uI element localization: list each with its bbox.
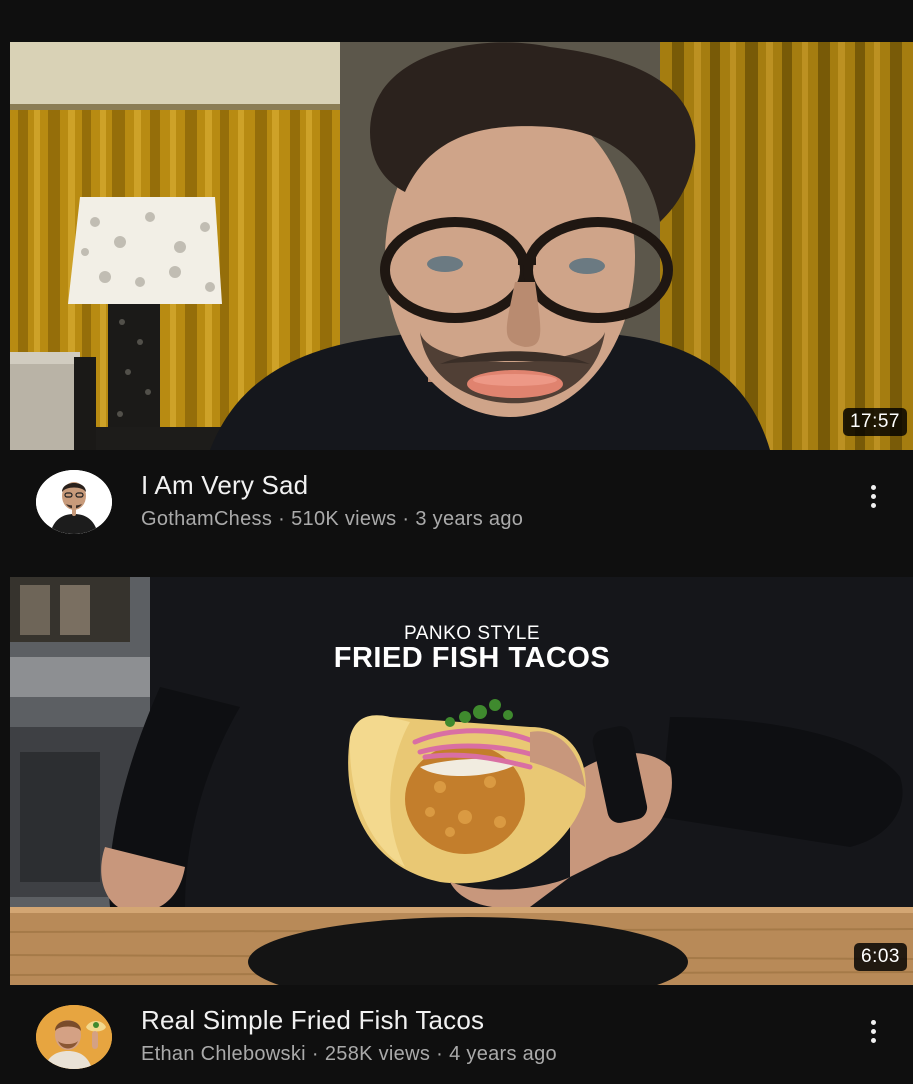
video-title[interactable]: I Am Very Sad	[141, 470, 308, 501]
video-title[interactable]: Real Simple Fried Fish Tacos	[141, 1005, 484, 1036]
top-strip	[0, 0, 913, 42]
upload-age: 4 years ago	[449, 1043, 557, 1065]
video-thumbnail[interactable]: 17:57	[10, 42, 913, 450]
channel-name[interactable]: GothamChess	[141, 508, 272, 530]
more-vert-icon[interactable]	[858, 1011, 888, 1051]
video-subline: GothamChess · 510K views · 3 years ago	[141, 508, 523, 531]
view-count: 510K views	[291, 508, 397, 530]
more-dot	[870, 1028, 876, 1034]
separator-dot: ·	[311, 1043, 319, 1065]
thumbnail-image: PANKO STYLE FRIED FISH TACOS	[10, 577, 913, 985]
thumbnail-headline: FRIED FISH TACOS	[334, 642, 611, 674]
separator-dot: ·	[402, 508, 410, 530]
channel-avatar[interactable]	[36, 470, 112, 534]
video-subline: Ethan Chlebowski · 258K views · 4 years ago	[141, 1043, 557, 1066]
more-dot	[870, 1019, 876, 1025]
more-dot	[870, 484, 876, 490]
thumbnail-image	[10, 42, 913, 450]
channel-avatar[interactable]	[36, 1005, 112, 1069]
channel-avatar-man-taco-icon	[36, 1005, 112, 1069]
more-dot	[870, 502, 876, 508]
channel-name[interactable]: Ethan Chlebowski	[141, 1043, 306, 1065]
separator-dot: ·	[278, 508, 286, 530]
channel-avatar-man-shush-icon	[36, 470, 112, 534]
more-dot	[870, 1037, 876, 1043]
video-meta: Real Simple Fried Fish Tacos Ethan Chleb…	[0, 985, 913, 1084]
more-dot	[870, 493, 876, 499]
separator-dot: ·	[436, 1043, 444, 1065]
more-vert-icon[interactable]	[858, 476, 888, 516]
video-duration-badge: 6:03	[854, 943, 907, 971]
video-feed: 17:57 I Am Very Sad GothamChess · 510K vie…	[0, 0, 913, 1084]
view-count: 258K views	[324, 1043, 431, 1065]
video-meta: I Am Very Sad GothamChess · 510K views · 3 y…	[0, 450, 913, 577]
thumbnail-overline: PANKO STYLE	[404, 623, 540, 644]
upload-age: 3 years ago	[415, 508, 524, 530]
video-thumbnail[interactable]: PANKO STYLE FRIED FISH TACOS 6:03	[10, 577, 913, 985]
video-duration-badge: 17:57	[842, 408, 907, 436]
